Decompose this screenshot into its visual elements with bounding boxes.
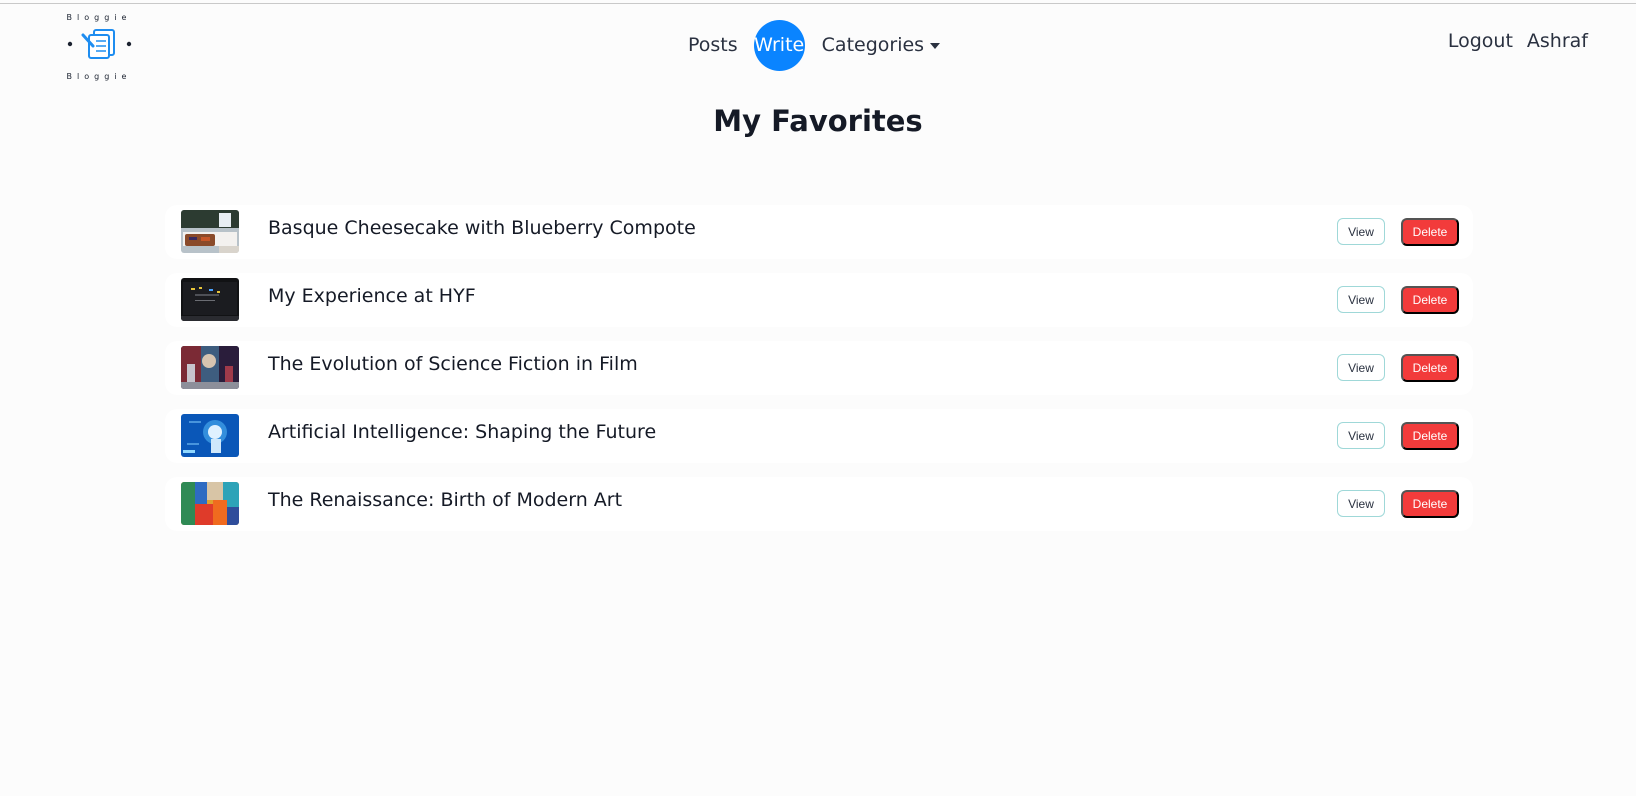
favorite-item: The Evolution of Science Fiction in Film… [165, 341, 1473, 395]
delete-button[interactable]: Delete [1401, 490, 1459, 518]
favorite-thumbnail-ai [181, 414, 239, 457]
view-button[interactable]: View [1337, 286, 1385, 313]
user-profile-link[interactable]: Ashraf [1527, 30, 1588, 52]
favorite-item: The Renaissance: Birth of Modern Art Vie… [165, 477, 1473, 531]
favorite-thumbnail-scifi [181, 346, 239, 389]
view-button[interactable]: View [1337, 218, 1385, 245]
top-border [0, 3, 1636, 4]
delete-button[interactable]: Delete [1401, 218, 1459, 246]
favorite-item: Basque Cheesecake with Blueberry Compote… [165, 205, 1473, 259]
favorites-list: Basque Cheesecake with Blueberry Compote… [165, 205, 1473, 545]
favorite-title[interactable]: Artificial Intelligence: Shaping the Fut… [268, 421, 656, 443]
logo-text-bottom: Bloggie [67, 72, 132, 81]
page-title: My Favorites [713, 104, 923, 138]
caret-down-icon [930, 43, 941, 49]
posts-link[interactable]: Posts [688, 34, 738, 56]
view-button[interactable]: View [1337, 354, 1385, 381]
favorite-item: Artificial Intelligence: Shaping the Fut… [165, 409, 1473, 463]
favorite-thumbnail-cheesecake [181, 210, 239, 253]
favorite-item: My Experience at HYF View Delete [165, 273, 1473, 327]
write-button[interactable]: Write [753, 19, 805, 71]
logout-link[interactable]: Logout [1448, 30, 1513, 52]
main-navigation: Posts Write Categories [688, 19, 941, 71]
favorite-thumbnail-renaissance [181, 482, 239, 525]
categories-dropdown[interactable]: Categories [821, 34, 941, 56]
favorite-title[interactable]: Basque Cheesecake with Blueberry Compote [268, 217, 696, 239]
logo-text-top: Bloggie [67, 13, 132, 22]
favorite-title[interactable]: The Evolution of Science Fiction in Film [268, 353, 638, 375]
bloggie-logo[interactable]: Bloggie Bloggie [63, 10, 135, 82]
delete-button[interactable]: Delete [1401, 354, 1459, 382]
view-button[interactable]: View [1337, 422, 1385, 449]
delete-button[interactable]: Delete [1401, 286, 1459, 314]
favorite-title[interactable]: The Renaissance: Birth of Modern Art [268, 489, 622, 511]
delete-button[interactable]: Delete [1401, 422, 1459, 450]
user-navigation: Logout Ashraf [1448, 30, 1588, 52]
categories-label: Categories [821, 34, 925, 56]
favorite-title[interactable]: My Experience at HYF [268, 285, 476, 307]
view-button[interactable]: View [1337, 490, 1385, 517]
favorite-thumbnail-hyf [181, 278, 239, 321]
